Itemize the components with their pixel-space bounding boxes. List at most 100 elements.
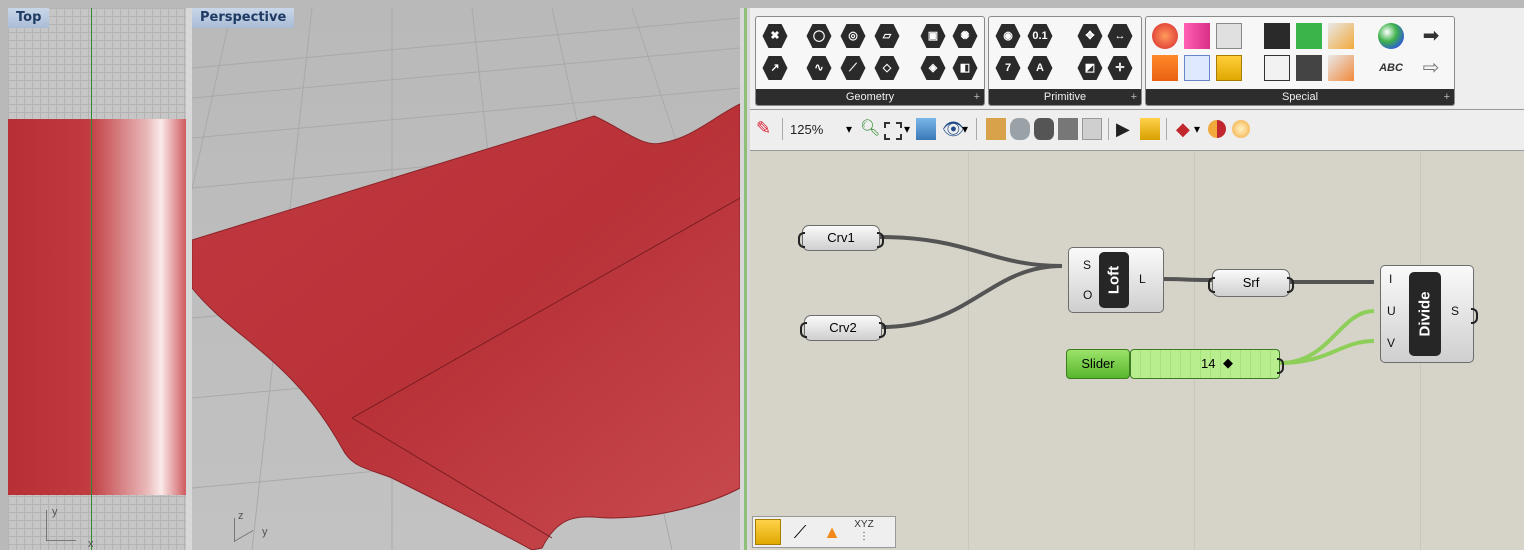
- viewport-label-top[interactable]: Top: [8, 8, 50, 28]
- divide-input-i[interactable]: I: [1389, 272, 1392, 286]
- value-list-icon[interactable]: [1296, 23, 1322, 49]
- bake-icon[interactable]: ◆: [1176, 118, 1196, 140]
- slider-handle-icon[interactable]: ◆: [1223, 355, 1233, 371]
- paint-brush-icon[interactable]: ✎: [756, 118, 776, 140]
- srf-input-grip[interactable]: [1208, 277, 1215, 293]
- domain-param-icon[interactable]: ✥: [1077, 24, 1103, 48]
- wire-crv2-loft: [881, 264, 1063, 329]
- interval-param-icon[interactable]: ↔: [1107, 24, 1133, 48]
- slider-widget-icon[interactable]: [755, 519, 781, 545]
- vector-param-icon[interactable]: ↗: [762, 56, 788, 80]
- divide-input-v[interactable]: V: [1387, 336, 1395, 350]
- top-surface: [8, 119, 186, 495]
- persp-axis-z-line: [234, 518, 235, 542]
- top-viewport[interactable]: Top y x: [8, 8, 186, 550]
- integer-param-icon[interactable]: 7: [995, 56, 1021, 80]
- zoom-magnifier-icon[interactable]: 🔍︎: [860, 118, 880, 140]
- divide-component[interactable]: I U V Divide S: [1380, 265, 1478, 363]
- arrow-right-outline-icon[interactable]: ⇨: [1418, 55, 1444, 81]
- canvas-toolbar: ✎ 125% ▾ 🔍︎ ▾ 👁︎ ▾ ▶ ◆ ▾: [750, 110, 1524, 151]
- interval2-param-icon[interactable]: ✛: [1107, 56, 1133, 80]
- geometry-panel-footer[interactable]: Geometry +: [756, 89, 984, 105]
- xyz-widget-icon[interactable]: XYZ ⋮: [851, 519, 877, 545]
- string-param-icon[interactable]: A: [1027, 56, 1053, 80]
- line-param-icon[interactable]: ⟋: [840, 56, 866, 80]
- green-axis-line: [91, 8, 92, 550]
- srf-label: Srf: [1242, 275, 1260, 290]
- mesh-param-icon[interactable]: ✺: [952, 24, 978, 48]
- window-splitter[interactable]: [740, 8, 750, 550]
- persp-axis-y-label: y: [262, 526, 268, 538]
- line-widget-icon[interactable]: ⟋: [787, 519, 813, 545]
- selected-preview-icon[interactable]: [1034, 118, 1054, 140]
- srf-param[interactable]: Srf: [1208, 269, 1294, 297]
- wireframe-preview-icon[interactable]: [986, 118, 1006, 140]
- sketch-icon[interactable]: [1232, 120, 1250, 138]
- top-axis-x-label: x: [88, 538, 94, 550]
- gh-canvas[interactable]: Crv1 Crv2 S O Loft L Srf Slider 14 ◆ I U…: [750, 151, 1524, 550]
- lock-solver-icon[interactable]: [1140, 118, 1160, 140]
- component-tabs: ✖ ↗ ◯ ◎ ▱ ∿ ⟋ ◇ ▣ ✺ ◈ ◧ Geometry + ◉ 0.1 …: [750, 8, 1524, 110]
- wire-crv1-loft: [879, 235, 1063, 268]
- arc-param-icon[interactable]: ◎: [840, 24, 866, 48]
- bar-graph-icon[interactable]: [1264, 23, 1290, 49]
- toolbar-divider: [1108, 118, 1109, 140]
- cone-widget-icon[interactable]: ▲: [819, 519, 845, 545]
- crv2-input-grip[interactable]: [800, 322, 807, 338]
- knob-icon[interactable]: [1152, 23, 1178, 49]
- colour-wheel-icon[interactable]: [1378, 23, 1404, 49]
- brep-param-icon[interactable]: ◈: [920, 56, 946, 80]
- param-viewer-icon[interactable]: [1152, 55, 1178, 81]
- loft-input-s[interactable]: S: [1083, 258, 1091, 272]
- bezier-graph-icon[interactable]: [1264, 55, 1290, 81]
- slider-track[interactable]: 14 ◆: [1130, 349, 1284, 379]
- lofted-surface[interactable]: [192, 103, 740, 550]
- box-param-icon[interactable]: ▣: [920, 24, 946, 48]
- colour-swatch-icon[interactable]: [1184, 55, 1210, 81]
- special-panel-footer[interactable]: Special +: [1146, 89, 1454, 105]
- rect-param-icon[interactable]: ▱: [874, 24, 900, 48]
- top-axis-y-label: y: [52, 506, 58, 518]
- named-views-icon[interactable]: [916, 118, 936, 140]
- crv2-param[interactable]: Crv2: [800, 315, 886, 341]
- crv1-input-grip[interactable]: [798, 232, 805, 248]
- preview-dropdown-icon[interactable]: ▾: [962, 118, 982, 140]
- surface-param-icon[interactable]: ◧: [952, 56, 978, 80]
- perspective-viewport[interactable]: Perspective z y: [192, 8, 740, 550]
- zoom-level[interactable]: 125%: [790, 122, 823, 137]
- graph-mapper-icon[interactable]: [1216, 23, 1242, 49]
- document-preview-icon[interactable]: [1058, 118, 1078, 140]
- data-tree-icon[interactable]: [1296, 55, 1322, 81]
- divide-input-u[interactable]: U: [1387, 304, 1396, 318]
- disabled-preview-icon[interactable]: [1082, 118, 1102, 140]
- number-slider-icon[interactable]: [1216, 55, 1242, 81]
- loft-input-o[interactable]: O: [1083, 288, 1092, 302]
- preview-eye-icon[interactable]: 👁︎: [942, 118, 965, 140]
- plane-param-icon[interactable]: ◇: [874, 56, 900, 80]
- circle-param-icon[interactable]: ◯: [806, 24, 832, 48]
- divide-output-s[interactable]: S: [1451, 304, 1459, 318]
- graph-icon[interactable]: [1328, 23, 1354, 49]
- crv1-param[interactable]: Crv1: [798, 225, 884, 251]
- line-graph-icon[interactable]: [1328, 55, 1354, 81]
- arrow-right-icon[interactable]: ➡: [1418, 23, 1444, 49]
- gradient-icon[interactable]: [1184, 23, 1210, 49]
- solve-play-icon[interactable]: ▶: [1116, 118, 1136, 140]
- curve-param-icon[interactable]: ∿: [806, 56, 832, 80]
- loft-output-l[interactable]: L: [1139, 272, 1146, 286]
- viewport-label-perspective[interactable]: Perspective: [192, 8, 295, 28]
- colour-preview-icon[interactable]: [1208, 120, 1226, 138]
- text-tag-icon[interactable]: ABC: [1378, 55, 1404, 81]
- primitive-panel-footer[interactable]: Primitive +: [989, 89, 1141, 105]
- shader-param-icon[interactable]: ◩: [1077, 56, 1103, 80]
- loft-component[interactable]: S O Loft L: [1068, 247, 1164, 313]
- geometry-param-icon[interactable]: ✖: [762, 24, 788, 48]
- slider-label-box[interactable]: Slider: [1066, 349, 1130, 379]
- boolean-param-icon[interactable]: ◉: [995, 24, 1021, 48]
- shaded-preview-icon[interactable]: [1010, 118, 1030, 140]
- perspective-scene: [192, 8, 740, 550]
- toolbar-divider: [976, 118, 977, 140]
- zoom-extents-icon[interactable]: [884, 122, 902, 140]
- number-param-icon[interactable]: 0.1: [1027, 24, 1053, 48]
- top-axis-y-line: [46, 510, 47, 540]
